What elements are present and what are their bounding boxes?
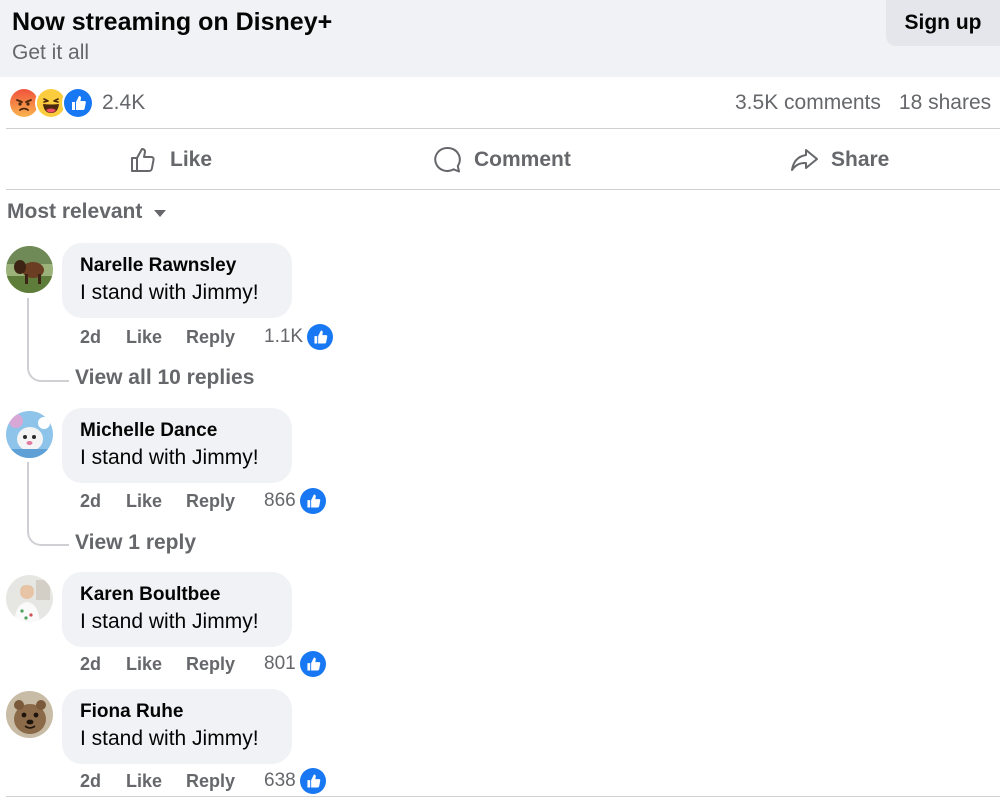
- view-replies-link[interactable]: View 1 reply: [75, 531, 196, 555]
- comment-meta: 2d Like Reply 638: [80, 766, 328, 796]
- like-icon: [62, 87, 94, 119]
- comment-reply-button[interactable]: Reply: [186, 654, 264, 675]
- comment-text: I stand with Jimmy!: [80, 281, 259, 304]
- like-action-label: Like: [170, 147, 213, 171]
- commenter-name[interactable]: Narelle Rawnsley: [80, 255, 236, 277]
- comment-like-button[interactable]: Like: [126, 771, 186, 792]
- comment-bubble-icon: [434, 146, 461, 172]
- share-arrow-icon: [791, 148, 818, 171]
- sign-up-button[interactable]: Sign up: [886, 0, 1000, 46]
- comment-meta: 2d Like Reply 866: [80, 486, 328, 516]
- comment-text: I stand with Jimmy!: [80, 727, 259, 750]
- sort-label: Most relevant: [7, 200, 143, 223]
- divider: [6, 128, 1000, 129]
- comment-text: I stand with Jimmy!: [80, 610, 259, 633]
- thumbs-up-icon: [131, 147, 155, 172]
- comment-reaction-count[interactable]: 801: [264, 653, 296, 675]
- view-replies-link[interactable]: View all 10 replies: [75, 366, 254, 390]
- comment-meta: 2d Like Reply 1.1K: [80, 322, 336, 352]
- thread-connector: [27, 298, 69, 382]
- divider: [6, 796, 1000, 797]
- ad-banner[interactable]: Now streaming on Disney+ Get it all Sign…: [0, 0, 1000, 77]
- avatar[interactable]: [6, 691, 53, 738]
- avatar[interactable]: [6, 575, 53, 622]
- comment-like-button[interactable]: Like: [126, 491, 186, 512]
- caret-down-icon: [154, 209, 167, 217]
- like-action-button[interactable]: Like: [128, 130, 212, 189]
- commenter-name[interactable]: Fiona Ruhe: [80, 701, 183, 723]
- post-stats: 3.5K comments 18 shares: [735, 91, 991, 115]
- commenter-name[interactable]: Karen Boultbee: [80, 584, 220, 606]
- reaction-summary[interactable]: 2.4K: [8, 87, 145, 119]
- comment-reply-button[interactable]: Reply: [186, 771, 264, 792]
- comment-bubble: Karen Boultbee I stand with Jimmy!: [62, 572, 292, 647]
- comment-reply-button[interactable]: Reply: [186, 327, 264, 348]
- banner-title[interactable]: Now streaming on Disney+: [12, 8, 332, 37]
- comment-reaction-count[interactable]: 638: [264, 770, 296, 792]
- comment-reaction-count[interactable]: 1.1K: [264, 326, 303, 348]
- comment-like-button[interactable]: Like: [126, 327, 186, 348]
- like-icon: [297, 486, 328, 516]
- reaction-count[interactable]: 2.4K: [102, 91, 145, 115]
- comment-reply-button[interactable]: Reply: [186, 491, 264, 512]
- avatar[interactable]: [6, 246, 53, 293]
- comment-time[interactable]: 2d: [80, 771, 126, 792]
- comment-meta: 2d Like Reply 801: [80, 649, 328, 679]
- comments-count-link[interactable]: 3.5K comments: [735, 91, 881, 114]
- like-icon: [305, 322, 336, 352]
- comment-reaction-count[interactable]: 866: [264, 490, 296, 512]
- comment-bubble: Michelle Dance I stand with Jimmy!: [62, 408, 292, 483]
- commenter-name[interactable]: Michelle Dance: [80, 420, 217, 442]
- comment-like-button[interactable]: Like: [126, 654, 186, 675]
- avatar[interactable]: [6, 411, 53, 458]
- post-action-bar: Like Comment Share: [6, 130, 1000, 189]
- comment-bubble: Narelle Rawnsley I stand with Jimmy!: [62, 243, 292, 318]
- comment-time[interactable]: 2d: [80, 491, 126, 512]
- divider: [6, 189, 1000, 190]
- comment-time[interactable]: 2d: [80, 327, 126, 348]
- share-action-button[interactable]: Share: [789, 130, 889, 189]
- share-action-label: Share: [831, 147, 890, 171]
- comment-bubble: Fiona Ruhe I stand with Jimmy!: [62, 689, 292, 764]
- thread-connector: [27, 462, 69, 546]
- comment-time[interactable]: 2d: [80, 654, 126, 675]
- like-icon: [297, 766, 328, 796]
- comment-action-button[interactable]: Comment: [432, 130, 571, 189]
- like-icon: [297, 649, 328, 679]
- comment-text: I stand with Jimmy!: [80, 446, 259, 469]
- shares-count-link[interactable]: 18 shares: [899, 91, 991, 114]
- comment-action-label: Comment: [474, 147, 571, 171]
- comment-sort-dropdown[interactable]: Most relevant: [7, 200, 167, 224]
- banner-subtitle: Get it all: [12, 41, 90, 64]
